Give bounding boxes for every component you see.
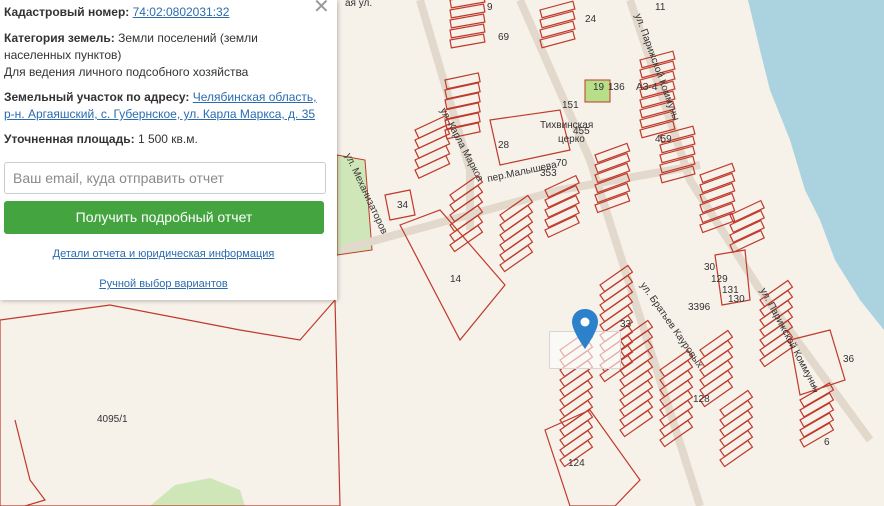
parcel-number: 24	[585, 14, 597, 25]
parcel-number: 1	[812, 384, 818, 395]
category-label: Категория земель:	[4, 31, 115, 45]
parcel-number: 124	[568, 458, 585, 469]
parcel-number: 128	[693, 394, 710, 405]
area-row: Уточненная площадь: 1 500 кв.м.	[4, 131, 198, 148]
get-report-button[interactable]: Получить подробный отчет	[4, 201, 324, 234]
parcel-number: 19	[593, 82, 605, 93]
parcel-number: 69	[498, 32, 510, 43]
parcel-number: 3396	[688, 302, 711, 313]
parcel-number: 33	[620, 319, 632, 330]
address-label: Земельный участок по адресу:	[4, 90, 190, 104]
parcel-number: 130	[728, 294, 745, 305]
cadastral-label: Кадастровый номер:	[4, 5, 130, 19]
details-link-row: Детали отчета и юридическая информация	[0, 248, 327, 260]
parcel-number: 136	[608, 82, 625, 93]
parcel-number: 455	[573, 126, 590, 137]
parcel-number: 353	[540, 168, 557, 179]
street-label: ая ул.	[345, 0, 372, 9]
parcel-number: 34	[397, 200, 409, 211]
cadastral-number-link[interactable]: 74:02:0802031:32	[133, 5, 230, 19]
parcel-number: 151	[562, 100, 579, 111]
info-panel: ✕ Кадастровый номер: 74:02:0802031:32 Ка…	[0, 0, 337, 300]
close-icon[interactable]: ✕	[313, 0, 330, 17]
map-pin-icon[interactable]	[572, 309, 598, 349]
category-value-2: населенных пунктов)	[4, 48, 122, 62]
parcel-number: 9	[487, 2, 493, 13]
parcel-number: 4095/1	[97, 414, 128, 425]
address-link-1[interactable]: Челябинская область,	[193, 90, 317, 104]
parcel-number: АЗ-4	[636, 82, 658, 93]
category-row: Категория земель: Земли поселений (земли	[4, 30, 258, 47]
parcel-number: 30	[704, 262, 716, 273]
parcel-number: 129	[711, 274, 728, 285]
parcel-number: 14	[450, 274, 462, 285]
area-value: 1 500 кв.м.	[137, 132, 198, 146]
category-use: Для ведения личного подсобного хозяйства	[4, 65, 249, 79]
category-value: Земли поселений (земли	[118, 31, 258, 45]
parcel-number: 459	[655, 134, 672, 145]
cadastral-row: Кадастровый номер: 74:02:0802031:32	[4, 4, 229, 21]
address-row: Земельный участок по адресу: Челябинская…	[4, 89, 317, 106]
parcel-number: 28	[498, 140, 510, 151]
area-label: Уточненная площадь:	[4, 132, 135, 146]
parcel-number: 6	[824, 437, 830, 448]
parcel-number: 70	[556, 158, 568, 169]
details-link[interactable]: Детали отчета и юридическая информация	[53, 248, 275, 260]
parcel-number: 36	[843, 354, 855, 365]
email-input[interactable]	[4, 162, 326, 194]
manual-selection-link[interactable]: Ручной выбор вариантов	[99, 278, 227, 290]
address-link-2[interactable]: р-н. Аргаяшский, с. Губернское, ул. Карл…	[4, 107, 315, 121]
manual-link-row: Ручной выбор вариантов	[0, 278, 327, 290]
address-row-2: р-н. Аргаяшский, с. Губернское, ул. Карл…	[4, 106, 315, 123]
parcel-number: 11	[655, 2, 666, 13]
